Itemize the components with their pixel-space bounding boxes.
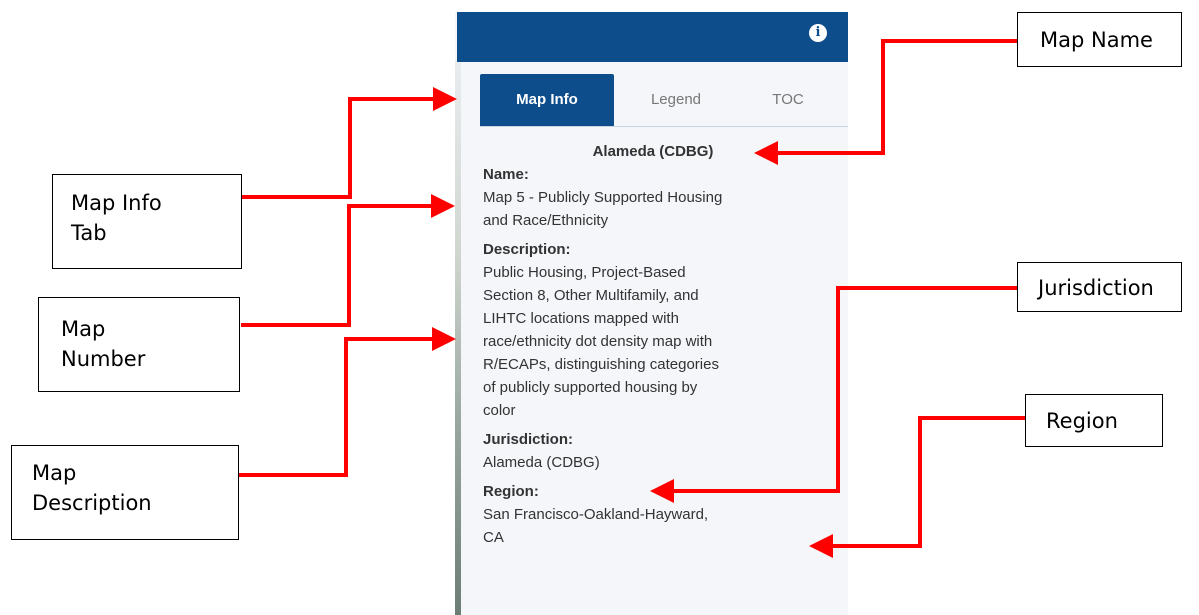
arrow-map-description	[239, 327, 456, 477]
arrow-map-info-tab	[242, 87, 457, 199]
arrow-map-name	[754, 39, 1017, 165]
arrow-region	[809, 416, 1025, 558]
arrow-jurisdiction	[650, 286, 1017, 503]
arrow-map-number	[241, 194, 455, 327]
annotation-arrows	[239, 39, 1025, 558]
